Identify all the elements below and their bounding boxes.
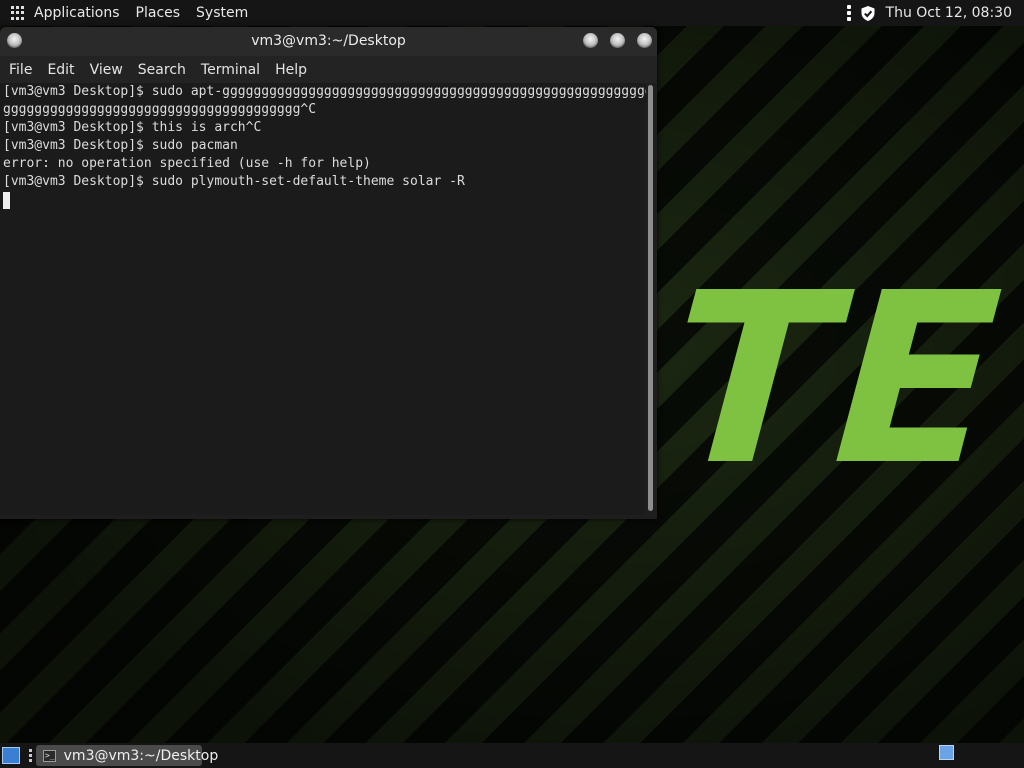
clock[interactable]: Thu Oct 12, 08:30	[886, 5, 1012, 21]
shield-icon[interactable]	[860, 5, 876, 22]
maximize-button[interactable]	[610, 33, 625, 48]
more-options-icon[interactable]	[846, 5, 851, 21]
menu-edit[interactable]: Edit	[47, 62, 74, 78]
minimize-button[interactable]	[583, 33, 598, 48]
terminal-menubar: File Edit View Search Terminal Help	[0, 56, 657, 83]
terminal-icon: >_	[43, 749, 56, 762]
menu-terminal[interactable]: Terminal	[201, 62, 260, 78]
text-cursor	[3, 192, 10, 209]
top-panel: Applications Places System Thu Oct 12, 0…	[0, 0, 1024, 26]
workspace-switcher[interactable]	[939, 745, 954, 760]
bottom-panel: >_ vm3@vm3:~/Desktop	[0, 743, 1024, 768]
terminal-line: [vm3@vm3 Desktop]$ sudo pacman	[3, 138, 238, 153]
taskbar-window-label: vm3@vm3:~/Desktop	[63, 747, 219, 764]
terminal-titlebar[interactable]: vm3@vm3:~/Desktop	[0, 27, 657, 56]
top-panel-tray: Thu Oct 12, 08:30	[846, 0, 1024, 26]
terminal-output[interactable]: [vm3@vm3 Desktop]$ sudo apt-gggggggggggg…	[0, 83, 646, 515]
system-menu[interactable]: System	[196, 5, 248, 21]
close-button[interactable]	[637, 33, 652, 48]
terminal-line: [vm3@vm3 Desktop]$ sudo plymouth-set-def…	[3, 174, 465, 189]
terminal-line: [vm3@vm3 Desktop]$ this is arch^C	[3, 120, 262, 135]
wallpaper-logo-text: TE	[662, 242, 1012, 517]
menu-help[interactable]: Help	[275, 62, 307, 78]
terminal-line: gggggggggggggggggggggggggggggggggggggg^C	[3, 102, 317, 117]
menu-view[interactable]: View	[90, 62, 123, 78]
places-menu[interactable]: Places	[136, 5, 181, 21]
menu-search[interactable]: Search	[138, 62, 186, 78]
menu-file[interactable]: File	[9, 62, 32, 78]
show-desktop-icon[interactable]	[2, 747, 20, 764]
terminal-line: [vm3@vm3 Desktop]$ sudo apt-gggggggggggg…	[3, 84, 646, 99]
terminal-line: error: no operation specified (use -h fo…	[3, 156, 371, 171]
terminal-scrollbar[interactable]	[648, 85, 653, 511]
window-title: vm3@vm3:~/Desktop	[251, 33, 406, 49]
panel-handle-icon[interactable]	[29, 749, 33, 762]
applications-grid-icon[interactable]	[11, 6, 25, 20]
applications-menu[interactable]: Applications	[34, 5, 120, 21]
taskbar-window-button[interactable]: >_ vm3@vm3:~/Desktop	[36, 745, 218, 766]
terminal-window[interactable]: vm3@vm3:~/Desktop File Edit View Search …	[0, 27, 657, 519]
